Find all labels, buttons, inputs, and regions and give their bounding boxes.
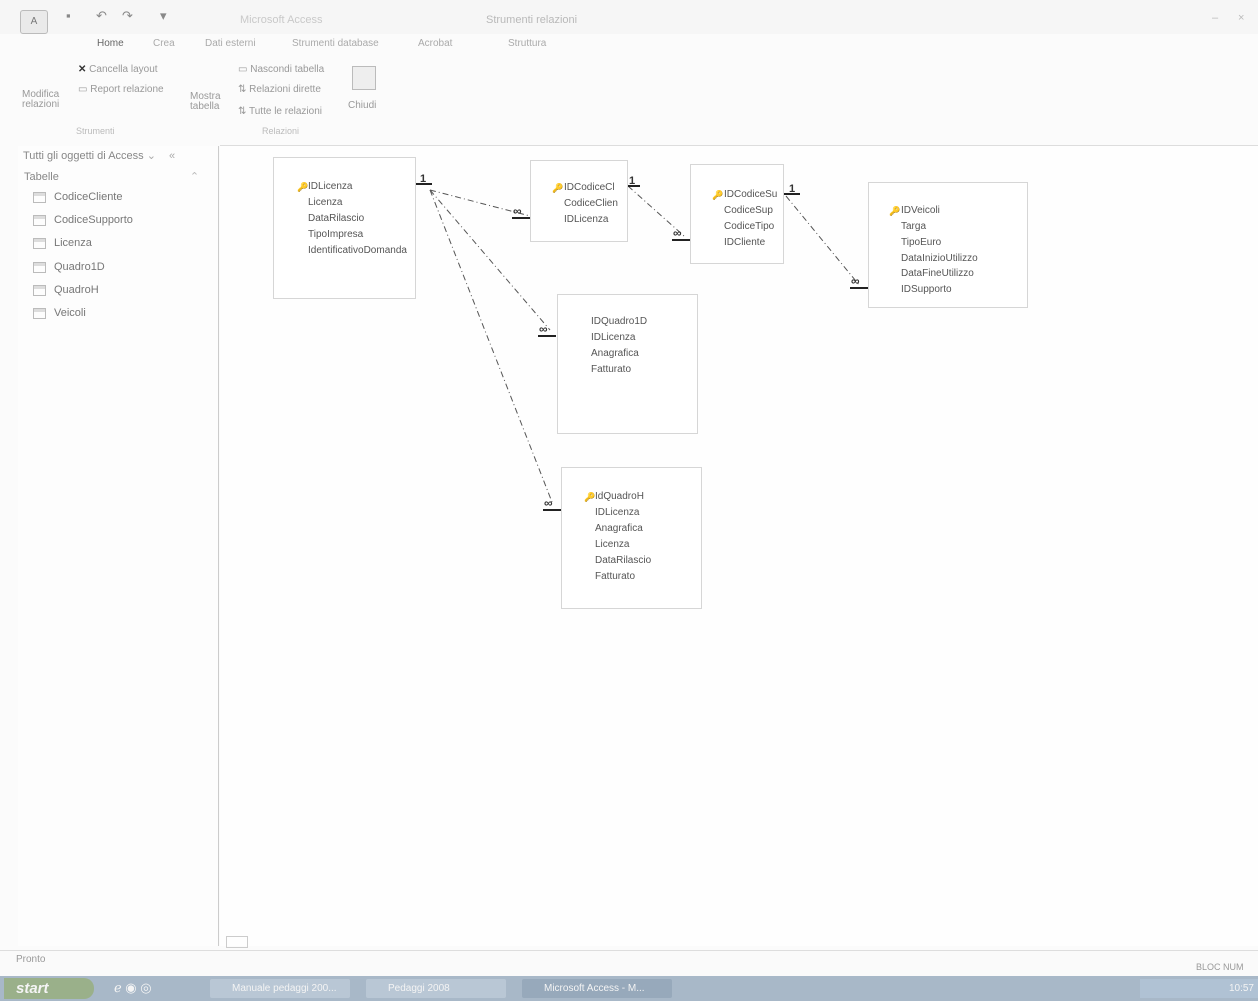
table-licenza[interactable] <box>273 157 416 299</box>
key-icon: 🔑 <box>552 183 564 193</box>
field-idcliente[interactable]: IDCliente <box>724 237 765 248</box>
field-licenza[interactable]: Licenza <box>308 197 342 208</box>
key-icon: 🔑 <box>889 206 901 216</box>
field-idlicenza[interactable]: IDLicenza <box>308 181 352 192</box>
field-fatturato[interactable]: Fatturato <box>591 364 631 375</box>
many-marker: ∞ <box>513 204 521 218</box>
field-idquadro1d[interactable]: IDQuadro1D <box>591 316 647 327</box>
field-datafineutilizzo[interactable]: DataFineUtilizzo <box>901 268 974 279</box>
status-text: Pronto <box>16 954 46 965</box>
one-marker: 1 <box>629 175 636 187</box>
field-licenza[interactable]: Licenza <box>595 539 629 550</box>
field-datainizioutilizzo[interactable]: DataInizioUtilizzo <box>901 253 978 264</box>
field-idlicenza[interactable]: IDLicenza <box>595 507 639 518</box>
relation-line <box>785 195 861 287</box>
status-bar <box>0 950 1258 977</box>
field-tipoeuro[interactable]: TipoEuro <box>901 237 941 248</box>
horizontal-scrollbar[interactable] <box>226 936 248 948</box>
field-anagrafica[interactable]: Anagrafica <box>591 348 639 359</box>
many-marker: ∞ <box>544 496 552 510</box>
start-button[interactable]: start <box>4 978 94 999</box>
field-datarilascio[interactable]: DataRilascio <box>595 555 651 566</box>
field-anagrafica[interactable]: Anagrafica <box>595 523 643 534</box>
key-icon: 🔑 <box>584 492 596 502</box>
key-icon: 🔑 <box>297 182 309 192</box>
system-tray: 10:57 <box>1140 979 1258 998</box>
clock[interactable]: 10:57 <box>1229 983 1254 994</box>
one-marker: 1 <box>420 173 427 185</box>
field-idcodicecl[interactable]: IDCodiceCl <box>564 182 615 193</box>
field-identificativodomanda[interactable]: IdentificativoDomanda <box>308 245 407 256</box>
taskbar-item-pedaggi[interactable]: Pedaggi 2008 <box>366 979 506 998</box>
field-codicesup[interactable]: CodiceSup <box>724 205 773 216</box>
one-marker: 1 <box>789 183 796 195</box>
taskbar-item-access[interactable]: Microsoft Access - M... <box>522 979 672 998</box>
field-tipoimpresa[interactable]: TipoImpresa <box>308 229 363 240</box>
field-idlicenza[interactable]: IDLicenza <box>591 332 635 343</box>
quick-launch-icon[interactable]: ℯ ◉ ◎ <box>114 980 152 996</box>
field-codiceclien[interactable]: CodiceClien <box>564 198 618 209</box>
key-icon: 🔑 <box>712 190 724 200</box>
num-lock-indicator: BLOC NUM <box>1196 962 1244 972</box>
table-quadroh[interactable] <box>561 467 702 609</box>
field-datarilascio[interactable]: DataRilascio <box>308 213 364 224</box>
field-idlicenza[interactable]: IDLicenza <box>564 214 608 225</box>
field-idquadroh[interactable]: IdQuadroH <box>595 491 644 502</box>
field-idsupporto[interactable]: IDSupporto <box>901 284 952 295</box>
field-idveicoli[interactable]: IDVeicoli <box>901 205 940 216</box>
many-marker: ∞ <box>673 226 681 240</box>
taskbar-item-manuale[interactable]: Manuale pedaggi 200... <box>210 979 350 998</box>
field-targa[interactable]: Targa <box>901 221 926 232</box>
field-codicetipo[interactable]: CodiceTipo <box>724 221 774 232</box>
field-idcodicesu[interactable]: IDCodiceSu <box>724 189 777 200</box>
many-marker: ∞ <box>539 322 547 336</box>
field-fatturato[interactable]: Fatturato <box>595 571 635 582</box>
many-marker: ∞ <box>851 274 859 288</box>
